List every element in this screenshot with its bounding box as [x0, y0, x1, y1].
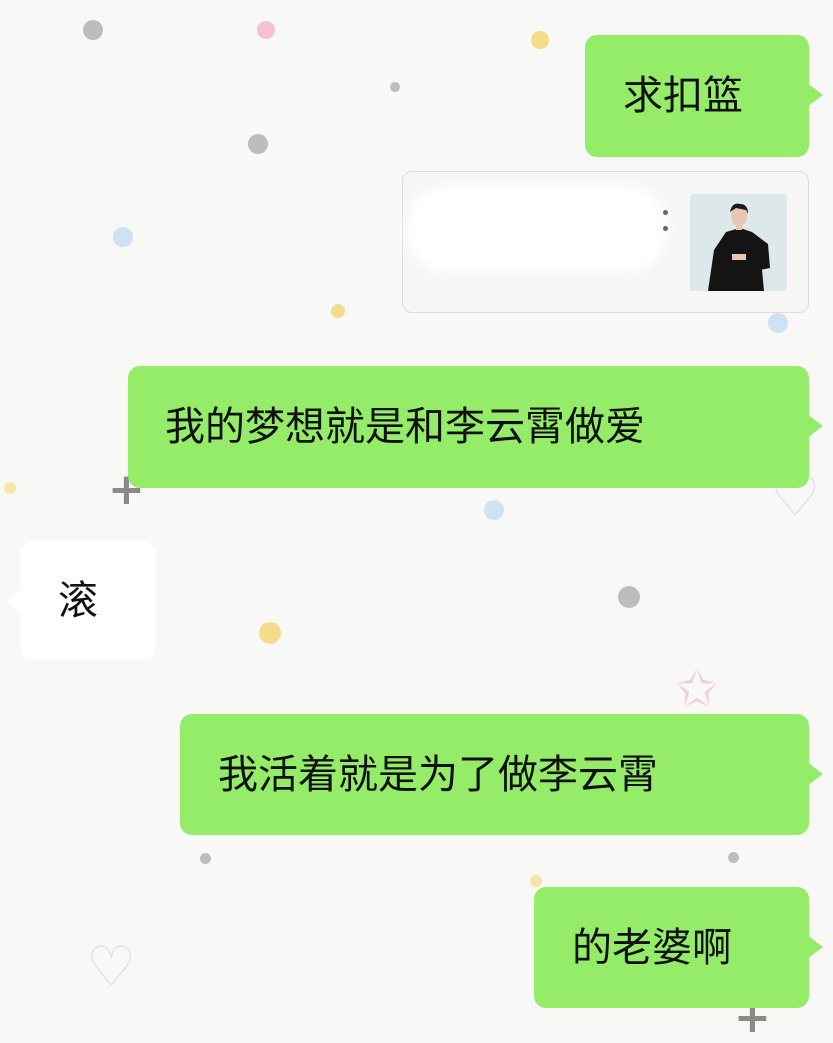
- wallpaper-heart: ♡: [86, 935, 137, 1000]
- wallpaper-dot: [257, 21, 275, 39]
- wallpaper-star: ✩: [676, 660, 718, 718]
- wallpaper-dot: [200, 853, 211, 864]
- message-text: 我的梦想就是和李云霄做爱: [165, 404, 645, 450]
- sent-message-bubble[interactable]: 求扣篮: [585, 35, 823, 157]
- wallpaper-dot: [618, 586, 640, 608]
- wallpaper-dot: [248, 134, 268, 154]
- separator-dots: [663, 210, 669, 250]
- sent-message-bubble[interactable]: 我的梦想就是和李云霄做爱: [128, 366, 823, 488]
- sent-message-bubble[interactable]: 的老婆啊: [534, 887, 823, 1008]
- redacted-card-text: [417, 196, 657, 262]
- wallpaper-dot: [113, 227, 133, 247]
- message-text: 滚: [58, 577, 98, 624]
- wallpaper-dot: [530, 875, 542, 887]
- wallpaper-dot: [4, 482, 16, 494]
- sent-message-bubble[interactable]: 我活着就是为了做李云霄: [180, 714, 823, 835]
- wallpaper-dot: [768, 313, 788, 333]
- card-thumbnail-image: [690, 194, 787, 291]
- wallpaper-dot: [390, 82, 400, 92]
- wallpaper-dot: [531, 31, 549, 49]
- message-text: 求扣篮: [623, 73, 743, 119]
- message-text: 的老婆啊: [572, 924, 732, 971]
- shared-link-card[interactable]: [402, 171, 809, 313]
- wallpaper-dot: [259, 622, 281, 644]
- wallpaper-dot: [83, 20, 103, 40]
- wallpaper-dot: [484, 500, 504, 520]
- wallpaper-dot: [331, 304, 345, 318]
- received-message-bubble[interactable]: 滚: [6, 541, 156, 660]
- message-text: 我活着就是为了做李云霄: [218, 751, 658, 798]
- wallpaper-dot: [728, 852, 739, 863]
